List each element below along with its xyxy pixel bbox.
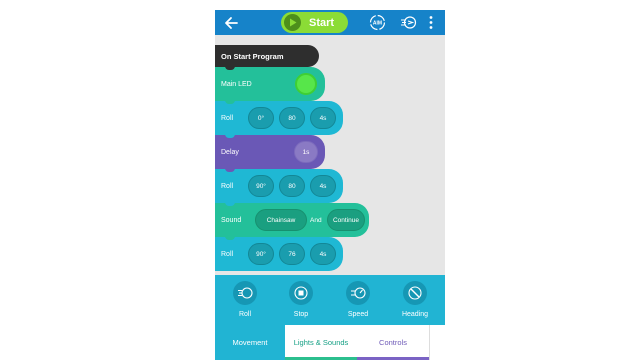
aim-button[interactable]: AIM	[369, 14, 386, 31]
aim-icon: AIM	[369, 14, 386, 31]
delay-label: Delay	[221, 148, 239, 156]
delay-duration-chip[interactable]: 1s	[294, 141, 318, 163]
app-screen: Start AIM On Start Program Main LED Roll…	[215, 10, 445, 360]
speed-chip[interactable]: 76	[279, 243, 305, 265]
play-icon	[284, 14, 301, 31]
drive-button[interactable]	[400, 14, 417, 31]
roll-block[interactable]: Roll 90° 76 4s	[215, 237, 343, 271]
block-palette: Roll Stop Speed Heading	[215, 275, 445, 325]
roll-block[interactable]: Roll 90° 80 4s	[215, 169, 343, 206]
roll-icon	[233, 281, 257, 305]
heading-chip[interactable]: 90°	[248, 243, 274, 265]
stop-icon	[289, 281, 313, 305]
roll-label: Roll	[221, 114, 234, 122]
heading-action-button[interactable]: Heading	[395, 281, 435, 321]
heading-chip[interactable]: 0°	[248, 107, 274, 129]
duration-chip[interactable]: 4s	[310, 175, 336, 197]
on-start-block[interactable]: On Start Program	[215, 45, 319, 70]
back-button[interactable]	[222, 14, 240, 31]
duration-chip[interactable]: 4s	[310, 107, 336, 129]
speed-chip[interactable]: 80	[279, 107, 305, 129]
stop-action-label: Stop	[293, 311, 309, 318]
start-button[interactable]: Start	[281, 12, 348, 33]
tab-movement[interactable]: Movement	[215, 325, 285, 360]
speed-action-label: Speed	[347, 311, 369, 318]
main-led-label: Main LED	[221, 80, 252, 88]
on-start-label: On Start Program	[221, 51, 284, 61]
roll-label: Roll	[221, 182, 234, 190]
delay-block[interactable]: Delay 1s	[215, 135, 325, 172]
tab-controls[interactable]: Controls	[357, 325, 429, 360]
stop-action-button[interactable]: Stop	[281, 281, 321, 321]
top-bar: Start AIM	[215, 10, 445, 35]
start-label: Start	[309, 16, 335, 29]
category-tabs: Movement Lights & Sounds Controls	[215, 325, 445, 360]
more-button[interactable]	[427, 14, 435, 31]
speed-icon	[346, 281, 370, 305]
roll-action-label: Roll	[238, 311, 252, 318]
arrow-left-icon	[225, 17, 238, 29]
heading-icon	[403, 281, 427, 305]
and-label: And	[310, 216, 322, 224]
roll-block[interactable]: Roll 0° 80 4s	[215, 101, 343, 138]
tab-lights-sounds[interactable]: Lights & Sounds	[285, 325, 357, 360]
sound-block[interactable]: Sound Chainsaw And Continue	[215, 203, 369, 240]
speed-action-button[interactable]: Speed	[338, 281, 378, 321]
aim-label: AIM	[373, 21, 382, 27]
sound-name-chip[interactable]: Chainsaw	[255, 209, 307, 231]
main-led-block[interactable]: Main LED	[215, 67, 325, 104]
heading-action-label: Heading	[401, 311, 429, 318]
program-canvas[interactable]: On Start Program Main LED Roll 0° 80 4s …	[215, 35, 445, 275]
tab-overflow[interactable]	[429, 325, 445, 360]
led-color-swatch[interactable]	[295, 73, 317, 95]
sound-label: Sound	[221, 216, 242, 224]
duration-chip[interactable]: 4s	[310, 243, 336, 265]
sound-mode-chip[interactable]: Continue	[327, 209, 365, 231]
roll-label: Roll	[221, 250, 234, 258]
more-vertical-icon	[429, 16, 433, 29]
drive-icon	[401, 16, 417, 29]
speed-chip[interactable]: 80	[279, 175, 305, 197]
roll-action-button[interactable]: Roll	[225, 281, 265, 321]
heading-chip[interactable]: 90°	[248, 175, 274, 197]
